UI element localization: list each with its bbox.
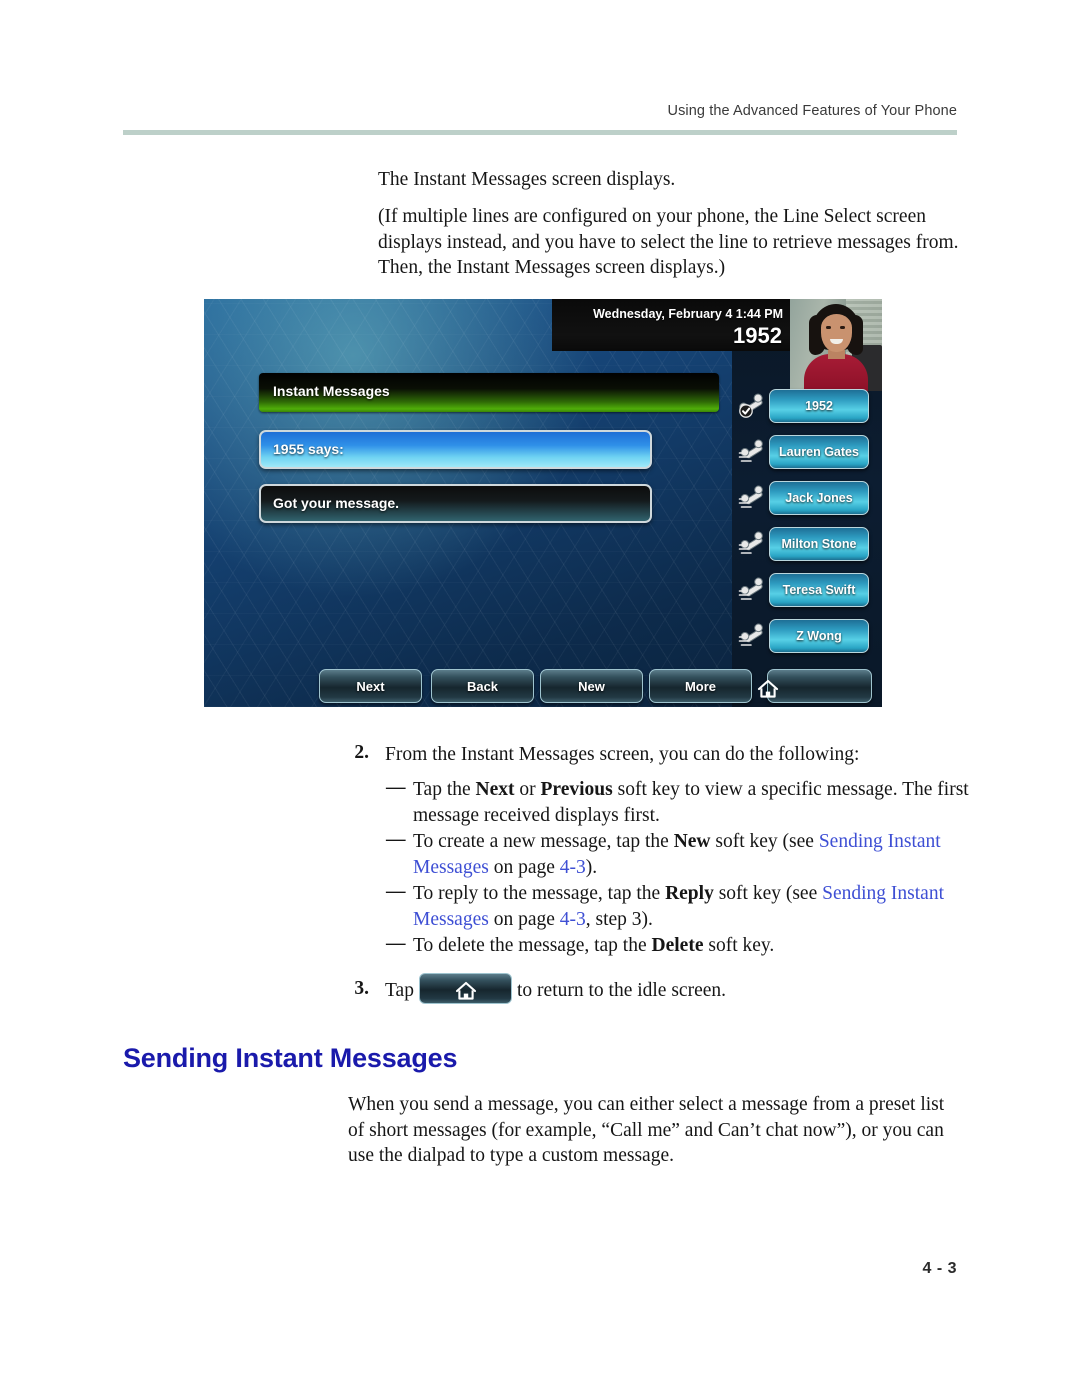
step-3-text-before: Tap (385, 980, 414, 1001)
instant-messages-title-label: Instant Messages (273, 383, 390, 399)
status-extension: 1952 (733, 323, 782, 348)
line-key-label: Z Wong (796, 629, 842, 643)
soft-key-label: More (684, 679, 717, 694)
bullet-1-part: or (514, 779, 541, 800)
section-paragraph: When you send a message, you can either … (348, 1094, 945, 1166)
soft-key-home[interactable] (757, 669, 872, 703)
bullet-2-part: ). (585, 856, 598, 878)
handset-line-icon (738, 575, 768, 605)
bullet-4-text: To delete the message, tap the Delete so… (413, 933, 969, 959)
bullet-2-part: soft key (see (710, 831, 819, 852)
line-key-1952[interactable]: 1952 (769, 389, 869, 423)
bullet-3-part: on page (488, 908, 560, 930)
soft-key-next[interactable]: Next (319, 669, 422, 703)
bullet-2-part: New (673, 831, 711, 852)
cross-reference-page-link[interactable]: 4-3 (560, 857, 586, 878)
line-key-lauren-gates[interactable]: Lauren Gates (769, 435, 869, 469)
bullet-1-part: Tap the (413, 779, 476, 800)
handset-registered-icon (738, 391, 768, 421)
step-3-number: 3. (354, 978, 369, 999)
line-key-label: Teresa Swift (782, 583, 856, 597)
bullet-2-text: To create a new message, tap the New sof… (413, 829, 969, 880)
intro-paragraph-2: (If multiple lines are configured on you… (378, 206, 959, 278)
bullet-4-part: soft key. (703, 935, 775, 956)
line-key-label: Lauren Gates (779, 445, 859, 459)
photo-eye-right (840, 326, 845, 329)
cross-reference-page-link[interactable]: 4-3 (560, 909, 586, 930)
bullet-3-part: To reply to the message, tap the (413, 883, 666, 904)
bullet-3-part: , step 3). (585, 908, 653, 930)
phone-status-bar: Wednesday, February 4 1:44 PM 1952 (552, 299, 792, 351)
bullet-3-text: To reply to the message, tap the Reply s… (413, 881, 969, 932)
running-header: Using the Advanced Features of Your Phon… (667, 103, 957, 119)
soft-key-label: Back (466, 679, 499, 694)
handset-line-icon (738, 529, 768, 559)
home-icon (757, 679, 779, 699)
header-divider-rule (123, 130, 957, 135)
message-sender-label: 1955 says: (273, 441, 344, 457)
status-date-time: Wednesday, February 4 1:44 PM (593, 307, 783, 321)
soft-key-label: Next (356, 679, 385, 694)
line-key-teresa-swift[interactable]: Teresa Swift (769, 573, 869, 607)
line-key-label: Jack Jones (785, 491, 853, 505)
message-body-label: Got your message. (273, 495, 400, 511)
page-number: 4 - 3 (922, 1260, 957, 1277)
bullet-2-part: on page (488, 856, 560, 878)
bullet-3-part: Reply (665, 883, 714, 904)
step-3-text-after: to return to the idle screen. (517, 980, 727, 1001)
message-sender-row[interactable]: 1955 says: (259, 430, 652, 469)
bullet-1-text: Tap the Next or Previous soft key to vie… (413, 777, 969, 828)
line-key-z-wong[interactable]: Z Wong (769, 619, 869, 653)
soft-key-label: New (578, 679, 605, 694)
bullet-4-part: Delete (651, 935, 704, 956)
handset-line-icon (738, 621, 768, 651)
photo-eye-left (826, 326, 831, 329)
line-key-label: 1952 (805, 399, 833, 413)
line-key-jack-jones[interactable]: Jack Jones (769, 481, 869, 515)
bullet-3-marker: — (386, 881, 406, 902)
photo-face (821, 314, 852, 352)
photo-shirt (804, 354, 868, 391)
handset-line-icon (738, 483, 768, 513)
bullet-3-part: soft key (see (713, 883, 823, 904)
bullet-4-marker: — (386, 933, 406, 954)
message-body-row[interactable]: Got your message. (259, 484, 652, 523)
bullet-1-part: Next (475, 779, 515, 800)
soft-key-back[interactable]: Back (431, 669, 534, 703)
bullet-4-part: To delete the message, tap the (413, 935, 652, 956)
line-key-label: Milton Stone (781, 537, 857, 551)
phone-screenshot-figure: Wednesday, February 4 1:44 PM 1952 Insta… (204, 299, 882, 707)
bullet-1-marker: — (386, 777, 406, 798)
handset-line-icon (738, 437, 768, 467)
soft-key-new[interactable]: New (540, 669, 643, 703)
line-key-milton-stone[interactable]: Milton Stone (769, 527, 869, 561)
section-heading: Sending Instant Messages (123, 1043, 458, 1073)
bullet-1-part: Previous (540, 779, 613, 800)
intro-paragraph-1: The Instant Messages screen displays. (378, 169, 676, 190)
inline-home-button[interactable] (419, 973, 512, 1004)
soft-key-more[interactable]: More (649, 669, 752, 703)
bullet-2-marker: — (386, 829, 406, 850)
user-photo-avatar (790, 299, 882, 391)
step-2-number: 2. (354, 742, 369, 763)
step-2-text: From the Instant Messages screen, you ca… (385, 744, 860, 765)
bullet-2-part: To create a new message, tap the (413, 831, 674, 852)
home-icon (455, 981, 477, 1001)
instant-messages-title-bar: Instant Messages (259, 373, 719, 412)
